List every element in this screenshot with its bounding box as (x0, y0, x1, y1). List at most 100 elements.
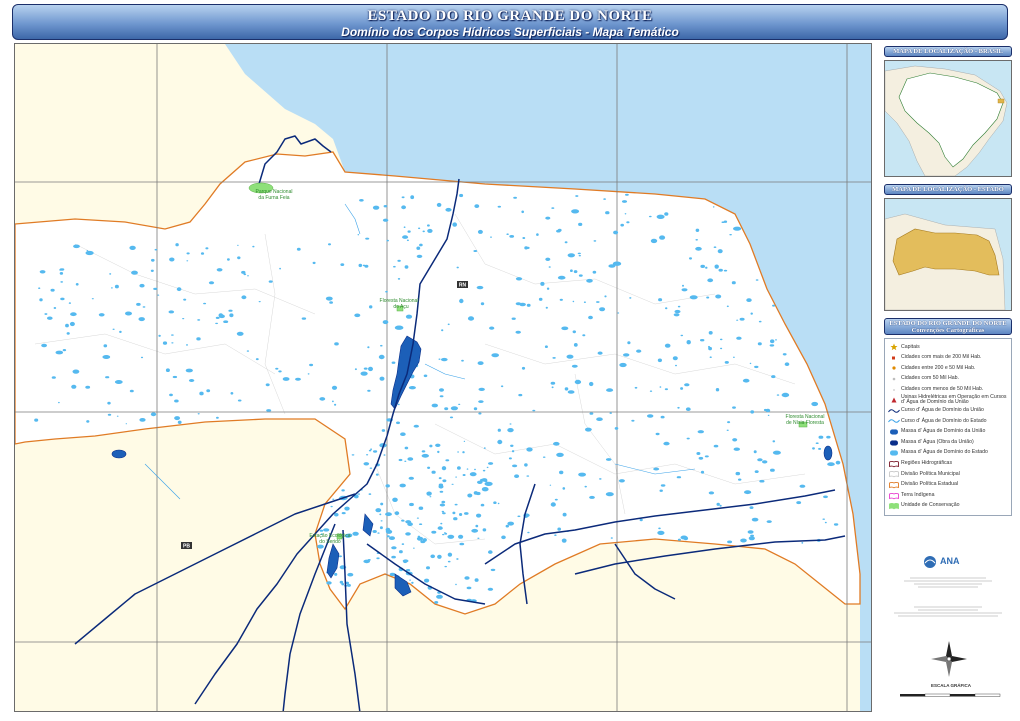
water-body (497, 428, 501, 432)
water-body (550, 502, 556, 507)
water-body (437, 450, 440, 454)
water-body (457, 451, 459, 453)
legend-item: Usinas Hidrelétricas em Operação em Curs… (885, 394, 1011, 406)
water-body (605, 211, 610, 215)
water-body (676, 476, 682, 479)
water-body (403, 560, 407, 564)
water-body (386, 535, 390, 538)
ana-logo: ANA (924, 556, 960, 568)
water-body (729, 234, 732, 236)
water-body (675, 364, 677, 367)
water-body (405, 314, 413, 319)
water-body (367, 346, 370, 349)
water-body (545, 257, 551, 261)
water-body (438, 477, 442, 480)
water-body (391, 361, 396, 364)
inset-estado-map[interactable] (884, 198, 1012, 311)
main-map[interactable]: Parque Nacional da Furna Feia Floresta N… (14, 43, 872, 712)
water-body (383, 205, 388, 208)
water-body (677, 305, 681, 308)
water-body (762, 460, 768, 464)
water-body (493, 501, 497, 505)
water-body (197, 413, 200, 415)
water-body (400, 432, 406, 437)
water-body (241, 295, 247, 300)
legend-symbol-region-icon (887, 470, 901, 479)
water-body (709, 356, 712, 359)
water-body (439, 503, 446, 507)
water-body (586, 278, 593, 283)
legend-label: Curso d' Água de Domínio da União (901, 407, 984, 414)
legend-symbol-wave-icon (887, 417, 901, 426)
water-body (416, 246, 421, 250)
water-body (375, 508, 382, 513)
water-body (823, 495, 828, 499)
water-body (430, 554, 436, 559)
state-rio-grande-do-norte[interactable] (15, 151, 861, 615)
water-body (331, 385, 338, 390)
water-body (606, 388, 614, 392)
water-body (368, 449, 372, 452)
water-body (545, 216, 551, 220)
water-body (329, 301, 333, 304)
water-body (514, 474, 520, 479)
water-body (85, 250, 94, 256)
water-body (376, 557, 380, 560)
water-body (578, 274, 583, 277)
water-body (457, 466, 461, 470)
water-body (463, 440, 466, 442)
water-body (426, 491, 432, 496)
water-body (417, 535, 421, 538)
pb-tag: PB (183, 544, 190, 550)
water-body (199, 391, 204, 396)
water-body (407, 230, 411, 233)
water-body (744, 490, 752, 495)
water-body (319, 397, 326, 401)
water-body (822, 518, 825, 520)
water-body (757, 458, 763, 462)
water-body (174, 416, 181, 421)
water-body (556, 452, 564, 457)
water-body (784, 362, 790, 367)
water-body (617, 312, 620, 314)
water-body (102, 355, 111, 359)
legend-header: ESTADO DO RIO GRANDE DO NORTE Convenções… (884, 318, 1012, 335)
legend-label: Regiões Hidrográficas (901, 460, 953, 467)
legend-label: Cidades com menos de 50 Mil Hab. (901, 385, 984, 392)
scale-bar: ESCALA GRÁFICA (896, 683, 1006, 706)
water-body (707, 278, 714, 283)
water-body (139, 418, 146, 422)
inset-estado-panel: MAPA DE LOCALIZAÇÃO - ESTADO (884, 184, 1012, 311)
water-body (427, 228, 433, 233)
water-body (551, 207, 555, 209)
legend-label: Massa d' Água de Domínio da União (901, 428, 986, 435)
legend-symbol-dot-tiny-icon (887, 385, 901, 394)
water-body (401, 519, 405, 522)
water-body (51, 376, 56, 379)
water-body (536, 233, 539, 236)
water-body (47, 316, 53, 320)
water-body (444, 407, 449, 411)
water-body (719, 504, 722, 507)
water-body (739, 317, 745, 321)
water-body (511, 317, 516, 320)
water-body (125, 311, 132, 316)
water-body (255, 358, 259, 361)
water-body (413, 547, 415, 549)
legend-item: Massa d' Água de Domínio da União (885, 427, 1011, 438)
water-body (574, 379, 582, 385)
water-body (381, 429, 386, 432)
label-esec-serido-2: do Seridó (319, 539, 341, 545)
water-body (754, 470, 759, 473)
inset-brasil-map[interactable] (884, 60, 1012, 177)
north-arrow-icon (931, 641, 967, 677)
water-body (567, 253, 575, 258)
legend-item: Regiões Hidrográficas (885, 459, 1011, 470)
water-body (782, 353, 787, 356)
water-body (360, 371, 368, 376)
water-body (549, 484, 552, 486)
legend-symbol-wave-icon (887, 406, 901, 415)
water-body (347, 572, 354, 577)
water-body (441, 466, 447, 471)
water-body (715, 388, 720, 392)
